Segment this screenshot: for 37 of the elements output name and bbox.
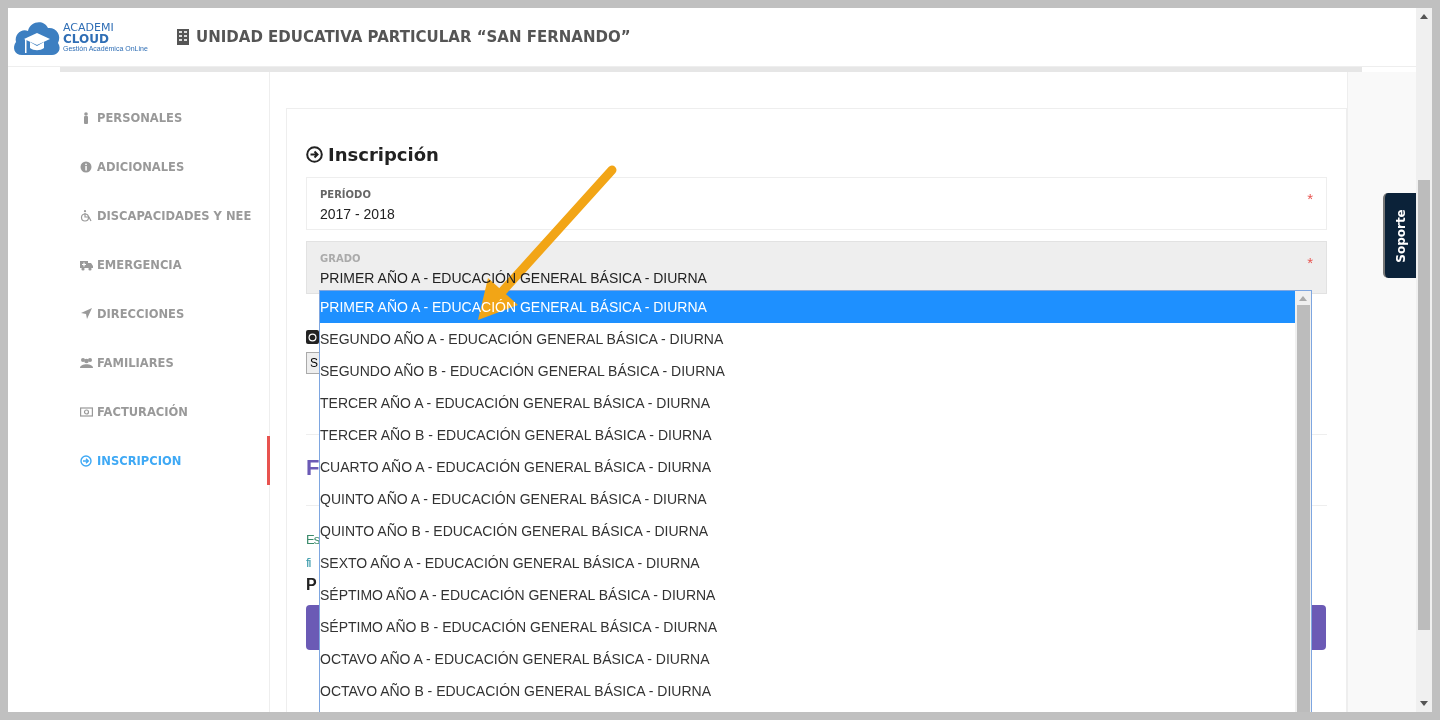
building-icon xyxy=(177,29,189,45)
dropdown-option[interactable]: TERCER AÑO B - EDUCACIÓN GENERAL BÁSICA - DIURNA xyxy=(320,419,1295,451)
section-heading: F xyxy=(306,455,320,482)
info-icon xyxy=(80,160,93,173)
dropdown-option[interactable]: SEGUNDO AÑO A - EDUCACIÓN GENERAL BÁSICA - DIURNA xyxy=(320,323,1295,355)
circle-arrow-icon xyxy=(80,454,93,467)
dropdown-option[interactable]: SÉPTIMO AÑO B - EDUCACIÓN GENERAL BÁSICA - DIURNA xyxy=(320,611,1295,643)
dropdown-option[interactable]: OCTAVO AÑO A - EDUCACIÓN GENERAL BÁSICA - DIURNA xyxy=(320,643,1295,675)
scroll-down-icon[interactable] xyxy=(1420,701,1428,706)
money-icon xyxy=(80,405,93,418)
logo-text: CLOUD xyxy=(63,33,110,45)
location-arrow-icon xyxy=(80,307,93,320)
dropdown-option[interactable]: QUINTO AÑO B - EDUCACIÓN GENERAL BÁSICA - DIURNA xyxy=(320,515,1295,547)
bold-text: P xyxy=(306,576,317,594)
page-scrollbar[interactable] xyxy=(1416,8,1432,712)
dropdown-option[interactable]: TERCER AÑO A - EDUCACIÓN GENERAL BÁSICA - DIURNA xyxy=(320,387,1295,419)
logo-text: ACADEMI xyxy=(63,22,115,33)
select-button[interactable]: S xyxy=(306,352,320,374)
dropdown-option[interactable]: QUINTO AÑO A - EDUCACIÓN GENERAL BÁSICA - DIURNA xyxy=(320,483,1295,515)
paragraph-text: Es xyxy=(306,532,320,547)
select-field[interactable]: PERÍODO 2017 - 2018 * xyxy=(306,177,1327,230)
dropdown-option[interactable]: SÉPTIMO AÑO A - EDUCACIÓN GENERAL BÁSICA - DIURNA xyxy=(320,579,1295,611)
dropdown-option[interactable]: CUARTO AÑO A - EDUCACIÓN GENERAL BÁSICA - DIURNA xyxy=(320,451,1295,483)
scrollbar[interactable] xyxy=(1295,291,1311,712)
scroll-up-icon[interactable] xyxy=(1420,14,1428,19)
wheelchair-icon xyxy=(80,209,93,222)
dropdown-option[interactable]: SEXTO AÑO A - EDUCACIÓN GENERAL BÁSICA - DIURNA xyxy=(320,547,1295,579)
section-title: Inscripción xyxy=(328,143,439,165)
ambulance-icon xyxy=(80,258,93,271)
required-mark: * xyxy=(1307,189,1313,209)
dropdown-option[interactable]: OCTAVO AÑO B - EDUCACIÓN GENERAL BÁSICA - DIURNA xyxy=(320,675,1295,707)
paragraph-link[interactable]: fi xyxy=(306,555,311,570)
support-tab[interactable]: Soporte xyxy=(1383,193,1416,278)
required-mark: * xyxy=(1307,253,1313,273)
school-name: UNIDAD EDUCATIVA PARTICULAR “SAN FERNANDO” xyxy=(196,28,631,46)
users-icon xyxy=(80,356,93,369)
dropdown-option[interactable]: SEGUNDO AÑO B - EDUCACIÓN GENERAL BÁSICA - DIURNA xyxy=(320,355,1295,387)
